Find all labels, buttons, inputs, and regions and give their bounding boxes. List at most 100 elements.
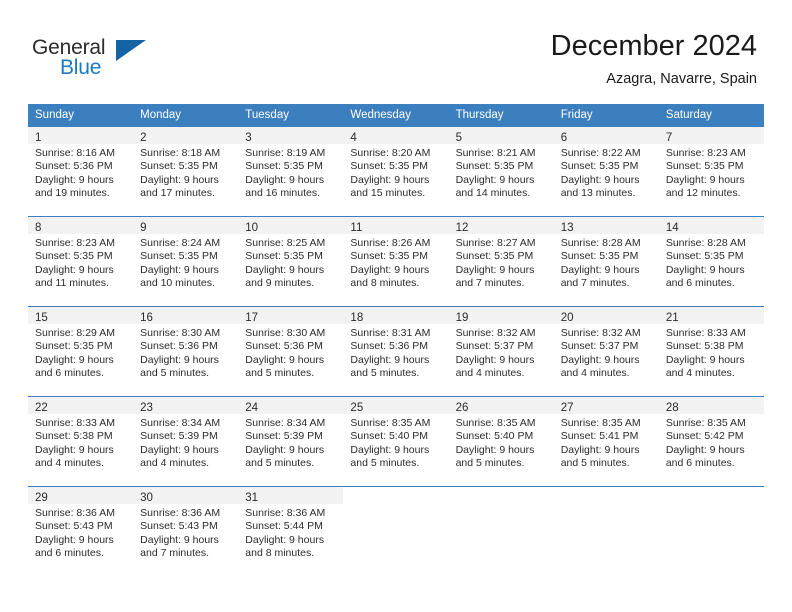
day-number: 28 <box>665 402 679 414</box>
day-details: Sunrise: 8:33 AM Sunset: 5:38 PM Daylight:… <box>28 414 133 471</box>
daylight-text-line2: and 10 minutes. <box>140 277 215 290</box>
weekday-header-tuesday: Tuesday <box>238 104 344 127</box>
calendar-day-cell[interactable]: 24 Sunrise: 8:34 AM Sunset: 5:39 PM Dayligh… <box>238 396 344 487</box>
calendar-day-cell[interactable]: 25 Sunrise: 8:35 AM Sunset: 5:40 PM Dayligh… <box>343 396 449 487</box>
day-details: Sunrise: 8:32 AM Sunset: 5:37 PM Daylight:… <box>449 324 554 381</box>
calendar-day-cell[interactable] <box>343 486 449 576</box>
daylight-text-line1: Daylight: 9 hours <box>140 443 219 456</box>
sunrise-text: Sunrise: 8:33 AM <box>665 327 746 339</box>
day-number-band <box>553 487 659 504</box>
day-number-band: 18 <box>343 307 449 324</box>
sunrise-text: Sunrise: 8:30 AM <box>140 327 221 339</box>
calendar-day-cell[interactable]: 28 Sunrise: 8:35 AM Sunset: 5:42 PM Dayligh… <box>658 396 764 487</box>
calendar-day-cell[interactable]: 22 Sunrise: 8:33 AM Sunset: 5:38 PM Dayligh… <box>28 396 134 487</box>
day-number-band: 27 <box>553 397 659 414</box>
day-details: Sunrise: 8:21 AM Sunset: 5:35 PM Daylight:… <box>449 144 554 201</box>
day-number-band: 26 <box>448 397 554 414</box>
day-details: Sunrise: 8:20 AM Sunset: 5:35 PM Daylight:… <box>343 144 448 201</box>
calendar-day-cell[interactable]: 3 Sunrise: 8:19 AM Sunset: 5:35 PM Daylight… <box>238 126 344 217</box>
calendar-day-cell[interactable]: 9 Sunrise: 8:24 AM Sunset: 5:35 PM Daylight… <box>133 216 239 307</box>
day-cell-content: 16 Sunrise: 8:30 AM Sunset: 5:36 PM Dayligh… <box>133 307 239 396</box>
calendar-day-cell[interactable]: 4 Sunrise: 8:20 AM Sunset: 5:35 PM Daylight… <box>343 126 449 217</box>
calendar-day-cell[interactable]: 12 Sunrise: 8:27 AM Sunset: 5:35 PM Dayligh… <box>448 216 554 307</box>
day-cell-content: 29 Sunrise: 8:36 AM Sunset: 5:43 PM Dayligh… <box>28 487 134 576</box>
day-details: Sunrise: 8:23 AM Sunset: 5:35 PM Daylight:… <box>659 144 764 201</box>
daylight-text-line1: Daylight: 9 hours <box>245 533 325 546</box>
calendar-day-cell[interactable]: 2 Sunrise: 8:18 AM Sunset: 5:35 PM Daylight… <box>133 126 239 217</box>
sunset-text: Sunset: 5:38 PM <box>35 430 113 443</box>
calendar-day-cell[interactable]: 18 Sunrise: 8:31 AM Sunset: 5:36 PM Dayligh… <box>343 306 449 397</box>
calendar-day-cell[interactable]: 26 Sunrise: 8:35 AM Sunset: 5:40 PM Dayligh… <box>448 396 554 487</box>
day-cell-content: 7 Sunrise: 8:23 AM Sunset: 5:35 PM Daylight… <box>658 127 764 216</box>
daylight-text-line1: Daylight: 9 hours <box>245 263 325 276</box>
calendar-day-cell[interactable]: 14 Sunrise: 8:28 AM Sunset: 5:35 PM Dayligh… <box>658 216 764 307</box>
calendar-day-cell[interactable]: 5 Sunrise: 8:21 AM Sunset: 5:35 PM Daylight… <box>448 126 554 217</box>
logo-text-blue: Blue <box>60 56 102 79</box>
sunset-text: Sunset: 5:43 PM <box>35 520 113 533</box>
sunset-text: Sunset: 5:36 PM <box>35 160 113 173</box>
day-number: 30 <box>140 492 153 504</box>
day-cell-content: 1 Sunrise: 8:16 AM Sunset: 5:36 PM Daylight… <box>28 127 134 216</box>
weekday-header-saturday: Saturday <box>658 104 764 127</box>
calendar-day-cell[interactable]: 11 Sunrise: 8:26 AM Sunset: 5:35 PM Dayligh… <box>343 216 449 307</box>
calendar-day-cell[interactable]: 19 Sunrise: 8:32 AM Sunset: 5:37 PM Dayligh… <box>448 306 554 397</box>
calendar-day-cell[interactable]: 30 Sunrise: 8:36 AM Sunset: 5:43 PM Dayligh… <box>133 486 239 576</box>
calendar-day-cell[interactable]: 15 Sunrise: 8:29 AM Sunset: 5:35 PM Dayligh… <box>28 306 134 397</box>
generalblue-logo[interactable]: General Blue <box>32 36 162 84</box>
day-details: Sunrise: 8:28 AM Sunset: 5:35 PM Daylight:… <box>659 234 764 291</box>
calendar-day-cell[interactable]: 29 Sunrise: 8:36 AM Sunset: 5:43 PM Dayligh… <box>28 486 134 576</box>
day-number-band: 21 <box>658 307 764 324</box>
calendar-day-cell[interactable]: 8 Sunrise: 8:23 AM Sunset: 5:35 PM Daylight… <box>28 216 134 307</box>
daylight-text-line2: and 12 minutes. <box>665 187 741 200</box>
sunset-text: Sunset: 5:39 PM <box>140 430 218 443</box>
sunrise-text: Sunrise: 8:24 AM <box>140 237 221 249</box>
day-number-band: 4 <box>343 127 449 144</box>
weekday-header-wednesday: Wednesday <box>343 104 449 127</box>
calendar-day-cell[interactable]: 7 Sunrise: 8:23 AM Sunset: 5:35 PM Daylight… <box>658 126 764 217</box>
sunset-text: Sunset: 5:36 PM <box>350 340 429 353</box>
calendar-day-cell[interactable]: 1 Sunrise: 8:16 AM Sunset: 5:36 PM Daylight… <box>28 126 134 217</box>
calendar-day-cell[interactable]: 21 Sunrise: 8:33 AM Sunset: 5:38 PM Dayligh… <box>658 306 764 397</box>
sunset-text: Sunset: 5:35 PM <box>665 250 744 263</box>
calendar-day-cell[interactable] <box>553 486 659 576</box>
sunset-text: Sunset: 5:35 PM <box>140 250 218 263</box>
day-details: Sunrise: 8:27 AM Sunset: 5:35 PM Daylight:… <box>449 234 554 291</box>
weekday-header-thursday: Thursday <box>448 104 554 127</box>
daylight-text-line1: Daylight: 9 hours <box>665 443 745 456</box>
day-details <box>659 504 764 507</box>
sunset-text: Sunset: 5:38 PM <box>665 340 744 353</box>
calendar-day-cell[interactable]: 27 Sunrise: 8:35 AM Sunset: 5:41 PM Dayligh… <box>553 396 659 487</box>
day-details <box>449 504 554 507</box>
daylight-text-line2: and 8 minutes. <box>245 547 315 560</box>
calendar-day-cell[interactable] <box>448 486 554 576</box>
day-number: 14 <box>665 222 679 234</box>
day-number-band: 16 <box>133 307 239 324</box>
daylight-text-line2: and 6 minutes. <box>665 457 735 470</box>
day-cell-content: 13 Sunrise: 8:28 AM Sunset: 5:35 PM Dayligh… <box>553 217 659 306</box>
day-number: 3 <box>245 132 252 144</box>
calendar-day-cell[interactable]: 20 Sunrise: 8:32 AM Sunset: 5:37 PM Dayligh… <box>553 306 659 397</box>
sunrise-text: Sunrise: 8:35 AM <box>665 417 746 429</box>
daylight-text-line2: and 9 minutes. <box>245 277 315 290</box>
calendar-day-cell[interactable]: 31 Sunrise: 8:36 AM Sunset: 5:44 PM Dayligh… <box>238 486 344 576</box>
daylight-text-line2: and 7 minutes. <box>455 277 525 290</box>
calendar-day-cell[interactable] <box>658 486 764 576</box>
daylight-text-line1: Daylight: 9 hours <box>560 263 640 276</box>
day-number: 19 <box>455 312 469 324</box>
calendar-day-cell[interactable]: 10 Sunrise: 8:25 AM Sunset: 5:35 PM Dayligh… <box>238 216 344 307</box>
calendar-day-cell[interactable]: 23 Sunrise: 8:34 AM Sunset: 5:39 PM Dayligh… <box>133 396 239 487</box>
sunset-text: Sunset: 5:35 PM <box>35 250 113 263</box>
calendar-day-cell[interactable]: 16 Sunrise: 8:30 AM Sunset: 5:36 PM Dayligh… <box>133 306 239 397</box>
calendar-day-cell[interactable]: 13 Sunrise: 8:28 AM Sunset: 5:35 PM Dayligh… <box>553 216 659 307</box>
location-subtitle: Azagra, Navarre, Spain <box>606 71 757 87</box>
day-number-band: 15 <box>28 307 134 324</box>
day-details: Sunrise: 8:35 AM Sunset: 5:40 PM Daylight:… <box>449 414 554 471</box>
daylight-text-line1: Daylight: 9 hours <box>245 443 325 456</box>
day-number: 5 <box>455 132 462 144</box>
calendar-day-cell[interactable]: 6 Sunrise: 8:22 AM Sunset: 5:35 PM Daylight… <box>553 126 659 217</box>
day-number-band: 17 <box>238 307 344 324</box>
sunset-text: Sunset: 5:37 PM <box>560 340 639 353</box>
day-cell-content: 25 Sunrise: 8:35 AM Sunset: 5:40 PM Dayligh… <box>343 397 449 486</box>
calendar-day-cell[interactable]: 17 Sunrise: 8:30 AM Sunset: 5:36 PM Dayligh… <box>238 306 344 397</box>
day-cell-content: 3 Sunrise: 8:19 AM Sunset: 5:35 PM Daylight… <box>238 127 344 216</box>
